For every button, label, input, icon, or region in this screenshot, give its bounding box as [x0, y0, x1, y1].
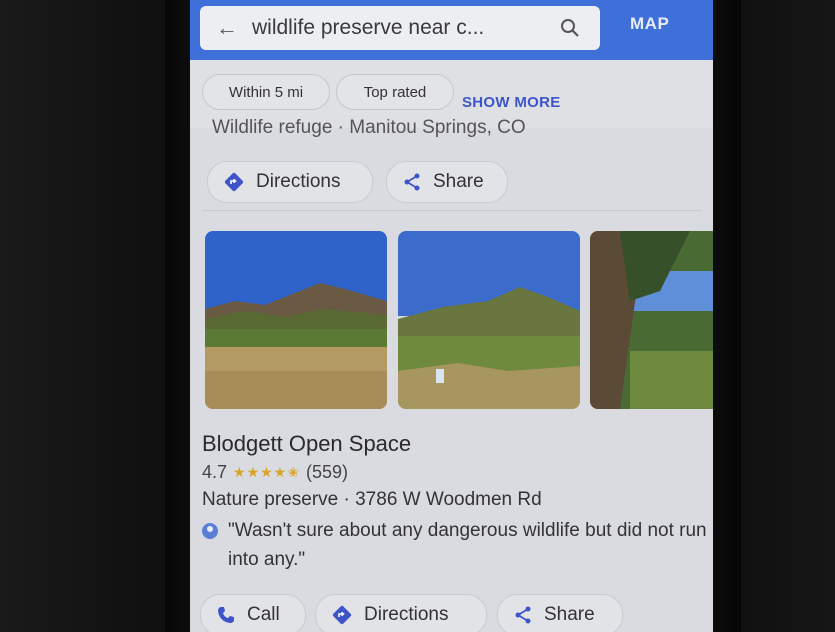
review-count[interactable]: (559) [306, 462, 348, 483]
place-photo-3[interactable] [590, 231, 713, 409]
place-title[interactable]: Blodgett Open Space [202, 431, 411, 457]
directions-label: Directions [256, 171, 341, 192]
rating-value: 4.7 [202, 462, 228, 482]
directions-button[interactable]: Directions [315, 594, 487, 632]
filter-chip-within-5-mi[interactable]: Within 5 mi [202, 74, 330, 110]
share-button-previous[interactable]: Share [386, 161, 508, 203]
show-more-link[interactable]: SHOW MORE [462, 94, 561, 111]
desk-background-left [0, 0, 150, 632]
share-button[interactable]: Share [497, 594, 623, 632]
search-header: ← wildlife preserve near c... MAP [190, 0, 713, 60]
directions-button-previous[interactable]: Directions [207, 161, 373, 203]
share-icon [514, 605, 532, 625]
call-button[interactable]: Call [200, 594, 306, 632]
phone-bezel-right [713, 0, 741, 632]
phone-icon [217, 606, 235, 624]
back-arrow-icon[interactable]: ← [216, 17, 242, 39]
share-icon [403, 172, 421, 192]
share-label: Share [433, 171, 484, 192]
place-photo-1[interactable] [205, 231, 387, 409]
search-box[interactable]: ← wildlife preserve near c... [200, 6, 600, 50]
directions-icon [224, 172, 244, 192]
search-query[interactable]: wildlife preserve near c... [252, 16, 556, 40]
search-icon[interactable] [556, 18, 584, 38]
filter-chip-top-rated[interactable]: Top rated [336, 74, 454, 110]
result-divider [202, 210, 702, 211]
place-category-address: Nature preserve · 3786 W Woodmen Rd [202, 489, 542, 510]
review-quote: "Wasn't sure about any dangerous wildlif… [228, 520, 707, 570]
place-photo-2[interactable] [398, 231, 580, 409]
star-rating-icon: ★★★★✬ [233, 464, 300, 480]
directions-label: Directions [364, 604, 449, 625]
phone-bezel-left [165, 0, 190, 632]
rating-row: 4.7 ★★★★✬ (559) [202, 462, 348, 483]
directions-icon [332, 605, 352, 625]
call-label: Call [247, 604, 280, 625]
map-button[interactable]: MAP [630, 14, 669, 34]
reviewer-avatar-icon [202, 523, 218, 539]
review-snippet[interactable]: "Wasn't sure about any dangerous wildlif… [202, 516, 712, 574]
previous-result-subtitle: Wildlife refuge · Manitou Springs, CO [212, 117, 526, 138]
share-label: Share [544, 604, 595, 625]
phone-screen: ← wildlife preserve near c... MAP Within… [190, 0, 713, 632]
